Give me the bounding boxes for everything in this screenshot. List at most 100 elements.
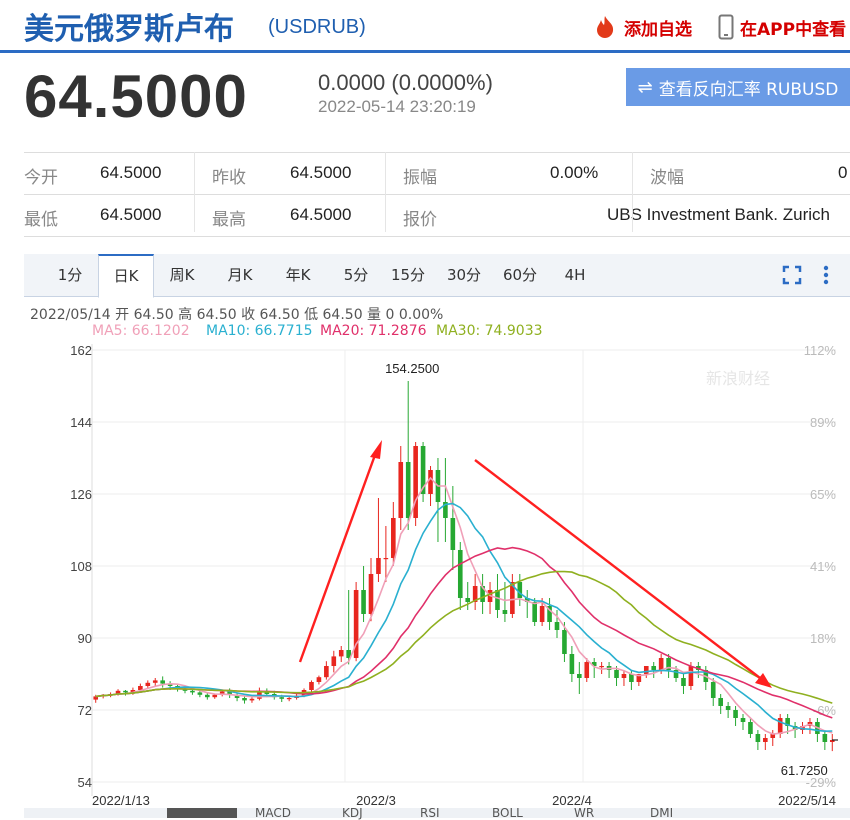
- candle-body: [643, 666, 649, 674]
- candle-body: [316, 677, 322, 682]
- prev-close-value: 64.5000: [290, 163, 352, 182]
- candle-body: [584, 662, 590, 678]
- candle-body: [190, 690, 195, 693]
- candle-body: [309, 682, 314, 690]
- right-tick-label: 89%: [810, 415, 836, 430]
- x-axis: 2022/1/13 2022/3 2022/4 2022/5/14: [92, 793, 836, 808]
- min-price-annotation: 61.7250: [781, 763, 828, 778]
- candle-body: [457, 550, 463, 598]
- candle-body: [331, 656, 337, 666]
- stats-divider: [632, 152, 633, 232]
- wave-label: 波幅: [650, 168, 684, 188]
- candle-body: [621, 674, 627, 678]
- candle-body: [740, 718, 746, 722]
- high-value: 64.5000: [290, 205, 352, 224]
- candle-body: [376, 558, 381, 574]
- flame-icon: [597, 16, 614, 38]
- down-trend-arrow: [474, 459, 761, 679]
- open-app-button[interactable]: 在APP中查看: [718, 14, 846, 40]
- tab-5min[interactable]: 5分: [336, 254, 376, 296]
- candle-body: [391, 518, 396, 558]
- amplitude-label: 振幅: [403, 168, 437, 188]
- tab-monthly[interactable]: 月K: [220, 254, 260, 296]
- high-label: 最高: [212, 210, 246, 230]
- candle-body: [160, 680, 165, 684]
- candle-body: [733, 710, 738, 718]
- candle-body: [710, 682, 716, 698]
- tab-30min[interactable]: 30分: [444, 254, 484, 296]
- tab-15min[interactable]: 15分: [388, 254, 428, 296]
- candle-body: [145, 682, 151, 686]
- candle-body: [361, 590, 366, 614]
- candle-body: [688, 666, 694, 686]
- candle-body: [539, 606, 545, 622]
- candle-body: [725, 706, 731, 710]
- candle-body: [748, 722, 753, 734]
- phone-icon: [718, 14, 734, 40]
- y-tick-label: 108: [70, 559, 92, 574]
- up-trend-arrow: [298, 454, 377, 663]
- candle-body: [718, 698, 723, 706]
- header-divider: [0, 50, 850, 53]
- ma30-label: MA30: 74.9033: [436, 323, 543, 339]
- candle-body: [651, 666, 657, 670]
- ma30-line: [95, 570, 833, 704]
- fullscreen-icon[interactable]: [782, 265, 802, 285]
- stats-divider: [385, 152, 386, 232]
- candle-body: [152, 680, 158, 683]
- y-tick-label: 162: [70, 343, 92, 358]
- candle-body: [569, 654, 575, 674]
- y-tick-label: 126: [70, 487, 92, 502]
- candle-body: [532, 602, 537, 622]
- candle-body: [554, 622, 560, 630]
- symbol-label: (USDRUB): [268, 16, 366, 38]
- tab-yearly[interactable]: 年K: [278, 254, 318, 296]
- candle-body: [368, 574, 374, 614]
- open-label: 今开: [24, 168, 58, 188]
- candle-body: [763, 738, 768, 742]
- indicator-tab-active[interactable]: [167, 808, 237, 818]
- period-tab-bar: 1分 日K 周K 月K 年K 5分 15分 30分 60分 4H: [24, 254, 850, 298]
- reverse-rate-button[interactable]: ⇌ 查看反向汇率 RUBUSD: [626, 68, 850, 106]
- more-icon[interactable]: [822, 264, 830, 286]
- right-tick-label: 112%: [804, 343, 837, 358]
- tab-daily[interactable]: 日K: [98, 254, 154, 298]
- swap-icon: ⇌: [637, 76, 653, 98]
- ma5-label: MA5: 66.1202: [92, 323, 190, 339]
- tab-1min[interactable]: 1分: [50, 254, 90, 296]
- price-change: 0.0000 (0.0000%): [318, 70, 493, 95]
- prev-close-label: 昨收: [212, 168, 246, 188]
- current-price: 64.5000: [24, 63, 248, 130]
- ma20-label: MA20: 71.2876: [320, 323, 427, 339]
- candle-body: [242, 698, 247, 701]
- open-value: 64.5000: [100, 163, 162, 182]
- add-watchlist-button[interactable]: 添加自选: [592, 14, 692, 40]
- candle-body: [562, 630, 567, 654]
- candle-body: [205, 694, 210, 698]
- quote-label: 报价: [403, 210, 437, 230]
- candle-body: [398, 462, 404, 518]
- low-value: 64.5000: [100, 205, 162, 224]
- candle-body: [495, 590, 500, 610]
- y-axis: 162 144 126 108 90 72 54: [70, 343, 92, 790]
- x-tick-label: 2022/5/14: [778, 793, 836, 808]
- candle-body: [755, 734, 761, 742]
- stats-divider: [194, 152, 195, 232]
- tab-weekly[interactable]: 周K: [162, 254, 202, 296]
- candle-body: [383, 558, 389, 560]
- reverse-rate-label: 查看反向汇率 RUBUSD: [658, 79, 839, 100]
- y-tick-label: 72: [78, 703, 92, 718]
- candle-body: [465, 598, 471, 602]
- candlestick-chart: 162144126108907254 112%89%65%41%18%-6%-2…: [70, 343, 838, 808]
- candle-body: [197, 692, 203, 695]
- candle-body: [212, 694, 218, 698]
- tab-4h[interactable]: 4H: [560, 254, 590, 296]
- candle-body: [286, 698, 292, 700]
- y-tick-label: 54: [78, 775, 92, 790]
- quoter-value: UBS Investment Bank. Zurich: [607, 205, 830, 224]
- tab-60min[interactable]: 60分: [500, 254, 540, 296]
- right-tick-label: 65%: [810, 487, 836, 502]
- wave-value: 0: [838, 163, 848, 182]
- candle-body: [428, 470, 433, 494]
- candle-body: [629, 674, 634, 682]
